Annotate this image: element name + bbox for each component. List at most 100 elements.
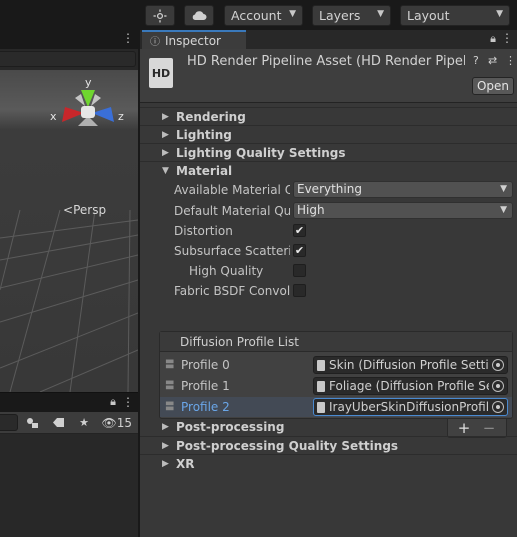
default-quality-dropdown[interactable]: High ▼ <box>293 202 513 219</box>
account-dropdown[interactable]: Account ▼ <box>224 5 303 26</box>
more-options-icon[interactable]: ⋮ <box>122 31 134 45</box>
profile-name: Profile 1 <box>181 379 230 393</box>
profile-name: Profile 2 <box>181 400 230 414</box>
profile-value: IrayUberSkinDiffusionProfile <box>329 400 489 414</box>
profile-object-field[interactable]: Foliage (Diffusion Profile Settings) <box>313 377 508 395</box>
persp-label: Persp <box>73 203 107 217</box>
chevron-right-icon: ▶ <box>162 129 169 140</box>
more-options-icon[interactable]: ⋮ <box>505 54 516 67</box>
foldout-label: Rendering <box>176 109 246 124</box>
foldout-label: Post-processing Quality Settings <box>176 438 399 453</box>
foldout-post-processing[interactable]: ▶ Post-processing <box>140 418 517 436</box>
more-options-icon[interactable]: ⋮ <box>501 31 513 45</box>
asset-icon-text: HD <box>151 66 171 80</box>
sss-checkbox[interactable]: ✔ <box>293 244 306 257</box>
orientation-gizmo[interactable]: y x z <box>48 76 128 146</box>
inspector-tab-label: Inspector <box>165 33 221 48</box>
favorites-star-icon[interactable]: ★ <box>73 414 95 431</box>
foldout-label: Lighting <box>176 127 232 142</box>
chevron-right-icon: ▶ <box>162 422 169 432</box>
foldout-rendering[interactable]: ▶ Rendering <box>140 107 517 125</box>
info-icon: ⓘ <box>150 37 160 48</box>
chevron-down-icon: ▼ <box>162 165 169 176</box>
chevron-right-icon: ▶ <box>162 111 169 122</box>
drag-handle-icon[interactable]: ▬ ▬ <box>165 399 175 414</box>
checkmark-icon: ✔ <box>294 244 305 257</box>
default-quality-value: High <box>297 203 325 217</box>
layers-dropdown[interactable]: Layers ▼ <box>312 5 391 26</box>
more-options-icon[interactable]: ⋮ <box>122 395 134 409</box>
hidden-count-value: 15 <box>116 416 132 430</box>
projection-toggle[interactable]: <Persp <box>63 203 106 217</box>
presets-icon[interactable]: ⇄ <box>488 54 497 67</box>
chevron-down-icon: ▼ <box>496 9 503 19</box>
foldout-material[interactable]: ▼ Material <box>140 161 517 179</box>
chevron-down-icon: ▼ <box>289 9 296 19</box>
account-label: Account <box>231 8 282 23</box>
distortion-checkbox[interactable]: ✔ <box>293 224 306 237</box>
foldout-label: Lighting Quality Settings <box>176 145 346 160</box>
high-quality-checkbox[interactable] <box>293 264 306 277</box>
services-icon <box>153 9 167 22</box>
lock-icon[interactable]: 🔒︎ <box>490 32 496 46</box>
visibility-icon: 👁︎ <box>101 416 117 430</box>
scene-search-field[interactable] <box>0 51 136 67</box>
chevron-down-icon: ▼ <box>500 184 507 194</box>
layers-label: Layers <box>319 8 361 23</box>
object-picker-icon[interactable] <box>492 401 504 413</box>
gizmo-y-label: y <box>85 76 92 89</box>
help-icon[interactable]: ? <box>473 54 479 67</box>
gizmo-x-label: x <box>50 110 57 123</box>
asset-file-icon <box>317 360 325 371</box>
chevron-right-icon: ▶ <box>162 147 169 158</box>
chevron-right-icon: ▶ <box>162 458 169 469</box>
foldout-label: Post-processing <box>176 420 285 434</box>
inspector-panel: ⓘ Inspector 🔒︎ ⋮ HD HD Render Pipeline A… <box>139 30 517 537</box>
lock-icon[interactable]: 🔒︎ <box>110 395 116 409</box>
scene-tab-bar: ⋮ <box>0 30 138 49</box>
available-quality-value: Everything <box>297 182 362 196</box>
inspector-tab-bar: ⓘ Inspector 🔒︎ ⋮ <box>140 30 517 49</box>
hidden-count[interactable]: 👁︎15 <box>101 416 132 430</box>
object-picker-icon[interactable] <box>492 359 504 371</box>
gizmo-z-label: z <box>118 110 124 123</box>
available-quality-label: Available Material Quality Levels <box>174 183 290 197</box>
cloud-button[interactable] <box>184 5 214 26</box>
foldout-lighting[interactable]: ▶ Lighting <box>140 125 517 143</box>
scene-view[interactable]: y x z <Persp <box>0 70 138 392</box>
foldout-label: Material <box>176 163 233 178</box>
sss-label: Subsurface Scattering <box>174 244 290 258</box>
asset-file-icon <box>317 402 325 413</box>
object-picker-icon[interactable] <box>492 380 504 392</box>
scene-filter-icon[interactable] <box>22 414 44 431</box>
foldout-xr[interactable]: ▶ XR <box>140 454 517 472</box>
fabric-checkbox[interactable] <box>293 284 306 297</box>
foldout-lighting-quality[interactable]: ▶ Lighting Quality Settings <box>140 143 517 161</box>
foldout-post-processing-quality[interactable]: ▶ Post-processing Quality Settings <box>140 436 517 454</box>
profile-object-field[interactable]: IrayUberSkinDiffusionProfile <box>313 398 508 416</box>
hierarchy-search-field[interactable] <box>0 414 18 431</box>
hierarchy-toolbar: ★ 👁︎15 <box>0 412 138 434</box>
high-quality-label: High Quality <box>189 264 264 278</box>
label-tag-icon[interactable] <box>47 414 69 431</box>
services-button[interactable] <box>145 5 175 26</box>
layout-dropdown[interactable]: Layout ▼ <box>400 5 510 26</box>
tab-inspector[interactable]: ⓘ Inspector <box>142 30 246 49</box>
open-button[interactable]: Open <box>472 77 514 95</box>
checkmark-icon: ✔ <box>294 224 305 237</box>
drag-handle-icon[interactable]: ▬ ▬ <box>165 378 175 393</box>
chevron-down-icon: ▼ <box>377 9 384 19</box>
drag-handle-icon[interactable]: ▬ ▬ <box>165 357 175 372</box>
available-quality-dropdown[interactable]: Everything ▼ <box>293 181 513 198</box>
default-quality-label: Default Material Quality Level <box>174 204 290 218</box>
persp-icon: < <box>63 203 74 217</box>
distortion-label: Distortion <box>174 224 233 238</box>
profile-value: Foliage (Diffusion Profile Settings) <box>329 379 489 393</box>
list-item-selected[interactable]: ▬ ▬ Profile 2 IrayUberSkinDiffusionProfil… <box>160 397 512 417</box>
profile-object-field[interactable]: Skin (Diffusion Profile Settings) <box>313 356 508 374</box>
main-toolbar: Account ▼ Layers ▼ Layout ▼ <box>0 0 517 30</box>
list-item[interactable]: ▬ ▬ Profile 0 Skin (Diffusion Profile Set… <box>160 355 512 375</box>
diffusion-profile-list: Diffusion Profile List ▬ ▬ Profile 0 Skin… <box>159 331 513 419</box>
foldout-label: XR <box>176 456 195 471</box>
list-item[interactable]: ▬ ▬ Profile 1 Foliage (Diffusion Profile … <box>160 376 512 396</box>
